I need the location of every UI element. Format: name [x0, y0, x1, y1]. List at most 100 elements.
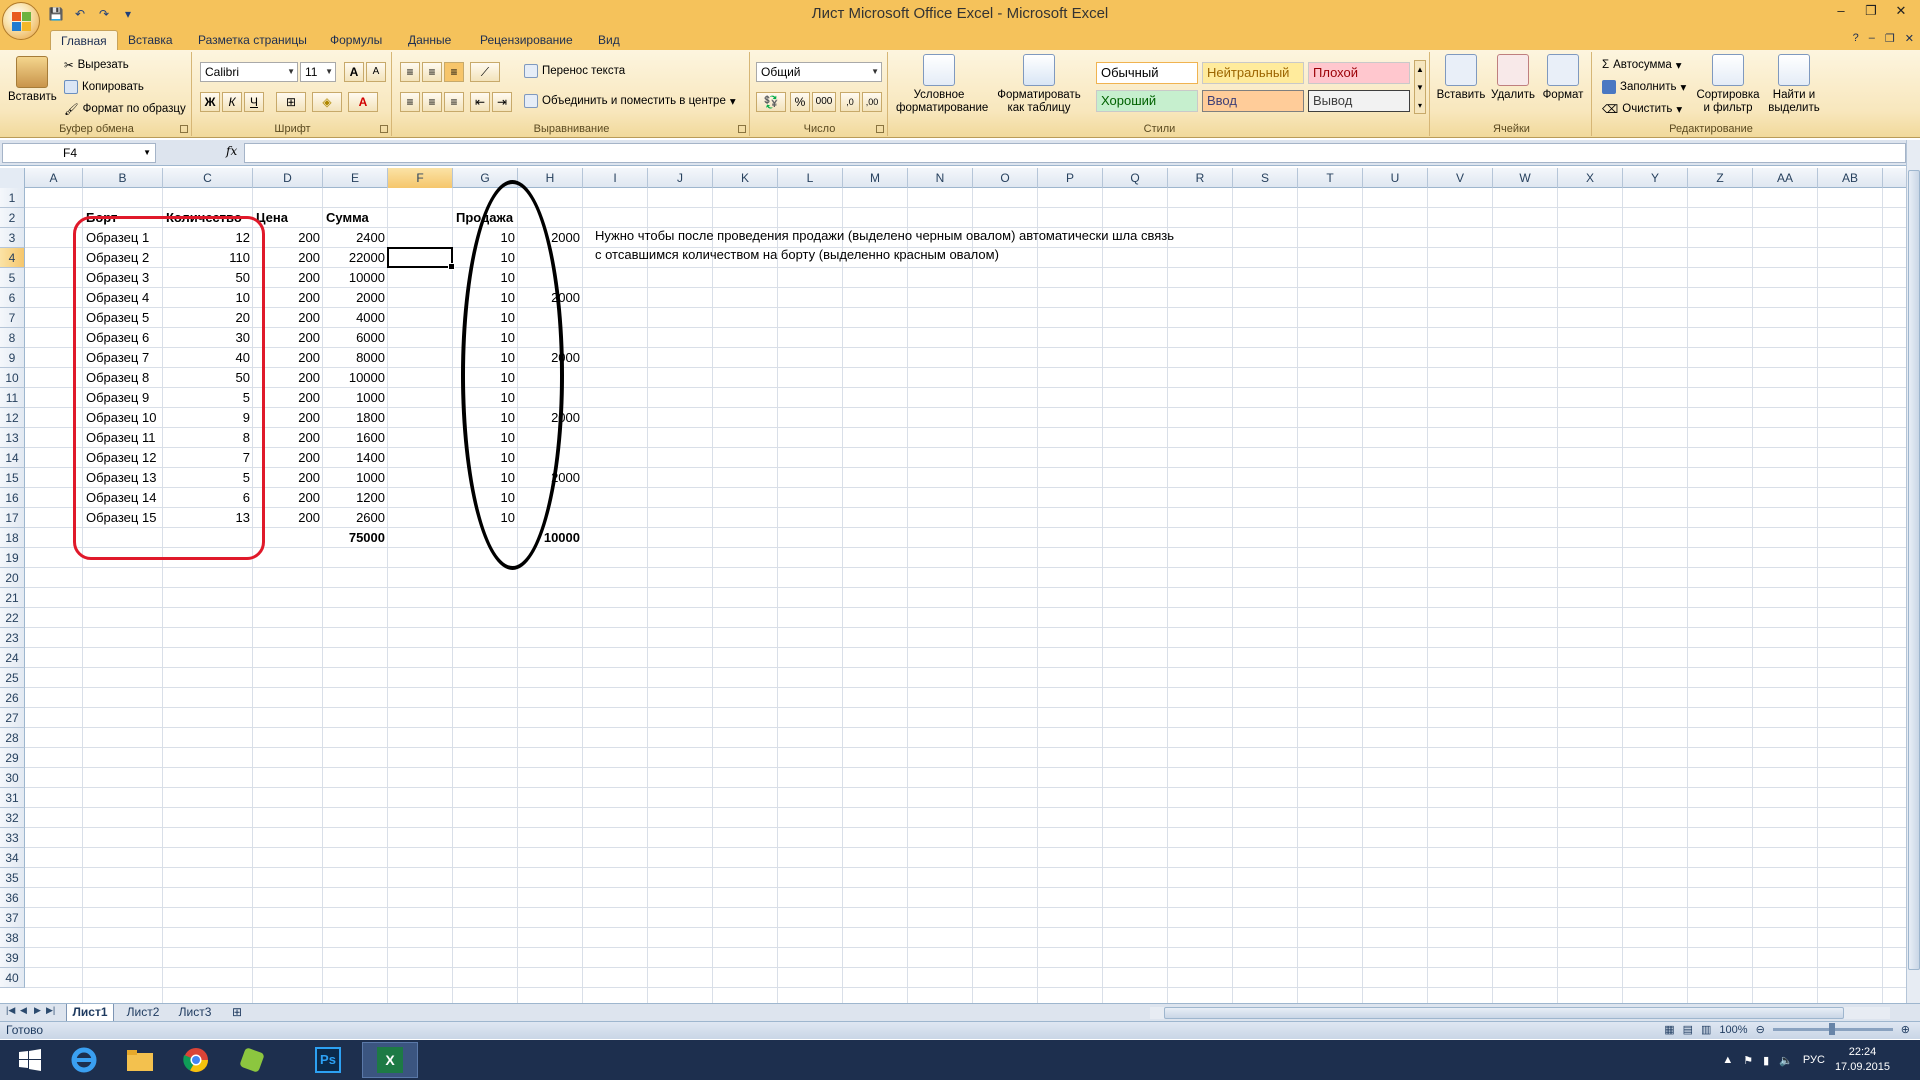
- styles-gallery-scroll[interactable]: ▲ ▼ ▾: [1414, 60, 1426, 114]
- style-output[interactable]: Вывод: [1308, 90, 1410, 112]
- close-button[interactable]: ✕: [1886, 0, 1916, 22]
- borders-button[interactable]: ⊞: [276, 92, 306, 112]
- column-header-k[interactable]: K: [713, 168, 778, 188]
- conditional-formatting-button[interactable]: Условное форматирование: [896, 54, 988, 115]
- row-header-26[interactable]: 26: [0, 688, 25, 708]
- cell-e2[interactable]: Сумма: [323, 208, 388, 228]
- column-header-t[interactable]: T: [1298, 168, 1363, 188]
- last-sheet-button[interactable]: ▶|: [46, 1005, 55, 1016]
- insert-cells-button[interactable]: Вставить: [1436, 54, 1486, 102]
- first-sheet-button[interactable]: |◀: [6, 1005, 15, 1016]
- sort-filter-button[interactable]: Сортировка и фильтр: [1694, 54, 1762, 115]
- formula-input[interactable]: [244, 143, 1906, 163]
- row-header-21[interactable]: 21: [0, 588, 25, 608]
- row-header-35[interactable]: 35: [0, 868, 25, 888]
- doc-restore-button[interactable]: ❐: [1885, 32, 1895, 45]
- column-header-f[interactable]: F: [388, 168, 453, 188]
- horizontal-scroll-thumb[interactable]: [1164, 1007, 1844, 1019]
- cut-button[interactable]: ✂ Вырезать: [64, 58, 129, 72]
- column-header-l[interactable]: L: [778, 168, 843, 188]
- row-header-23[interactable]: 23: [0, 628, 25, 648]
- doc-minimize-button[interactable]: –: [1869, 32, 1875, 45]
- internet-explorer-icon[interactable]: [56, 1042, 112, 1078]
- column-header-e[interactable]: E: [323, 168, 388, 188]
- row-header-2[interactable]: 2: [0, 208, 25, 228]
- vertical-scroll-thumb[interactable]: [1908, 170, 1920, 970]
- column-header-z[interactable]: Z: [1688, 168, 1753, 188]
- zoom-out-icon[interactable]: ⊖: [1756, 1023, 1765, 1036]
- flag-icon[interactable]: ⚑: [1743, 1054, 1753, 1067]
- row-header-37[interactable]: 37: [0, 908, 25, 928]
- photoshop-icon[interactable]: Ps: [300, 1042, 356, 1078]
- delete-cells-button[interactable]: Удалить: [1488, 54, 1538, 102]
- currency-button[interactable]: 💱: [756, 92, 786, 112]
- number-format-combo[interactable]: Общий ▼: [756, 62, 882, 82]
- app-icon[interactable]: [224, 1042, 280, 1078]
- align-right-button[interactable]: ≡: [444, 92, 464, 112]
- row-header-13[interactable]: 13: [0, 428, 25, 448]
- cell-e6[interactable]: 2000: [323, 288, 388, 308]
- number-launcher-icon[interactable]: [876, 125, 884, 133]
- cell-e12[interactable]: 1800: [323, 408, 388, 428]
- zoom-level[interactable]: 100%: [1719, 1024, 1747, 1036]
- normal-view-icon[interactable]: ▦: [1664, 1023, 1674, 1036]
- column-header-p[interactable]: P: [1038, 168, 1103, 188]
- font-size-combo[interactable]: 11 ▼: [300, 62, 336, 82]
- row-header-39[interactable]: 39: [0, 948, 25, 968]
- column-header-h[interactable]: H: [518, 168, 583, 188]
- cell-e18[interactable]: 75000: [323, 528, 388, 548]
- autosum-button[interactable]: Σ Автосумма ▾: [1602, 58, 1682, 72]
- doc-close-button[interactable]: ✕: [1905, 32, 1914, 45]
- insert-function-button[interactable]: fx: [226, 144, 237, 158]
- tab-home[interactable]: Главная: [50, 30, 118, 50]
- cells-area[interactable]: Борт Количество Цена Сумма Продажа Образец 11…: [25, 180, 1906, 1003]
- language-indicator[interactable]: РУС: [1803, 1054, 1825, 1066]
- minimize-button[interactable]: –: [1826, 0, 1856, 22]
- row-header-12[interactable]: 12: [0, 408, 25, 428]
- find-select-button[interactable]: Найти и выделить: [1760, 54, 1828, 115]
- row-header-38[interactable]: 38: [0, 928, 25, 948]
- font-name-combo[interactable]: Calibri ▼: [200, 62, 298, 82]
- column-header-m[interactable]: M: [843, 168, 908, 188]
- format-cells-button[interactable]: Формат: [1538, 54, 1588, 102]
- row-header-10[interactable]: 10: [0, 368, 25, 388]
- row-header-25[interactable]: 25: [0, 668, 25, 688]
- tab-formulas[interactable]: Формулы: [330, 30, 382, 50]
- excel-icon[interactable]: X: [362, 1042, 418, 1078]
- row-header-9[interactable]: 9: [0, 348, 25, 368]
- row-header-1[interactable]: 1: [0, 188, 25, 208]
- column-header-q[interactable]: Q: [1103, 168, 1168, 188]
- cell-d2[interactable]: Цена: [253, 208, 323, 228]
- row-header-4[interactable]: 4: [0, 248, 25, 268]
- office-button[interactable]: [2, 2, 40, 40]
- paste-button[interactable]: Вставить: [8, 56, 57, 104]
- merge-center-button[interactable]: Объединить и поместить в центре ▾: [524, 94, 736, 108]
- align-middle-button[interactable]: ≡: [422, 62, 442, 82]
- row-header-15[interactable]: 15: [0, 468, 25, 488]
- page-break-view-icon[interactable]: ▥: [1701, 1023, 1711, 1036]
- row-header-24[interactable]: 24: [0, 648, 25, 668]
- column-header-c[interactable]: C: [163, 168, 253, 188]
- row-header-32[interactable]: 32: [0, 808, 25, 828]
- clock[interactable]: 22:24 17.09.2015: [1835, 1045, 1890, 1075]
- column-header-aa[interactable]: AA: [1753, 168, 1818, 188]
- increase-indent-button[interactable]: ⇥: [492, 92, 512, 112]
- row-header-36[interactable]: 36: [0, 888, 25, 908]
- bold-button[interactable]: Ж: [200, 92, 220, 112]
- row-header-17[interactable]: 17: [0, 508, 25, 528]
- column-header-d[interactable]: D: [253, 168, 323, 188]
- row-header-29[interactable]: 29: [0, 748, 25, 768]
- page-layout-view-icon[interactable]: ▤: [1683, 1023, 1693, 1036]
- row-header-18[interactable]: 18: [0, 528, 25, 548]
- column-header-n[interactable]: N: [908, 168, 973, 188]
- copy-button[interactable]: Копировать: [64, 80, 144, 94]
- cell-e9[interactable]: 8000: [323, 348, 388, 368]
- next-sheet-button[interactable]: ▶: [34, 1005, 41, 1016]
- column-header-o[interactable]: O: [973, 168, 1038, 188]
- clear-button[interactable]: ⌫ Очистить ▾: [1602, 102, 1682, 116]
- row-header-6[interactable]: 6: [0, 288, 25, 308]
- zoom-slider-thumb[interactable]: [1828, 1023, 1835, 1035]
- chrome-icon[interactable]: [168, 1042, 224, 1078]
- column-header-v[interactable]: V: [1428, 168, 1493, 188]
- align-top-button[interactable]: ≡: [400, 62, 420, 82]
